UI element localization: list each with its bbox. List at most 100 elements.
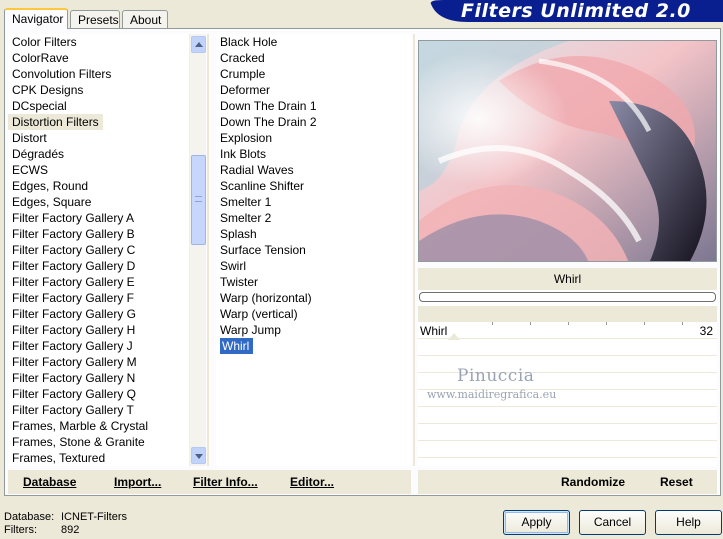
category-list[interactable]: Color Filters ColorRave Convolution Filter… xyxy=(8,34,206,466)
right-link-bar: Randomize Reset xyxy=(418,470,717,494)
filter-item[interactable]: Whirl xyxy=(220,338,254,354)
list-row: Twister xyxy=(216,274,396,290)
divider xyxy=(207,34,209,466)
category-item[interactable]: DCspecial xyxy=(8,98,188,114)
help-button[interactable]: Help xyxy=(655,510,722,535)
category-item[interactable]: Filter Factory Gallery A xyxy=(8,210,188,226)
category-item[interactable]: Filter Factory Gallery Q xyxy=(8,386,188,402)
left-link-bar: Database Import... Filter Info... Editor… xyxy=(8,470,411,494)
category-item[interactable]: Filter Factory Gallery H xyxy=(8,322,188,338)
filter-item[interactable]: Cracked xyxy=(216,50,396,66)
list-row: Dégradés xyxy=(8,146,188,162)
list-row: ECWS xyxy=(8,162,188,178)
filter-item[interactable]: Radial Waves xyxy=(216,162,396,178)
cancel-button[interactable]: Cancel xyxy=(579,510,646,535)
category-item[interactable]: Edges, Round xyxy=(8,178,188,194)
list-row: Distortion Filters xyxy=(8,114,188,130)
filter-item[interactable]: Smelter 2 xyxy=(216,210,396,226)
category-item[interactable]: Filter Factory Gallery J xyxy=(8,338,188,354)
reset-button[interactable]: Reset xyxy=(660,475,693,489)
filter-item[interactable]: Surface Tension xyxy=(216,242,396,258)
filter-item[interactable]: Explosion xyxy=(216,130,396,146)
category-item[interactable]: Filter Factory Gallery T xyxy=(8,402,188,418)
category-scrollbar[interactable] xyxy=(189,34,206,466)
filters-status-value: 892 xyxy=(61,524,80,536)
filter-item[interactable]: Swirl xyxy=(216,258,396,274)
category-item[interactable]: Filter Factory Gallery C xyxy=(8,242,188,258)
tab-presets[interactable]: Presets xyxy=(70,10,120,28)
database-status-value: ICNET-Filters xyxy=(61,511,127,523)
category-item[interactable]: Filter Factory Gallery D xyxy=(8,258,188,274)
category-item[interactable]: Filter Factory Gallery M xyxy=(8,354,188,370)
list-row: DCspecial xyxy=(8,98,188,114)
list-row: Warp (horizontal) xyxy=(216,290,396,306)
chevron-down-icon xyxy=(195,454,203,459)
list-row: Filter Factory Gallery B xyxy=(8,226,188,242)
whirl-slider[interactable]: Whirl 32 xyxy=(418,322,717,340)
filter-item[interactable]: Warp (vertical) xyxy=(216,306,396,322)
slider-thumb[interactable] xyxy=(448,333,460,340)
filter-info-link[interactable]: Filter Info... xyxy=(193,475,258,489)
category-item[interactable]: Frames, Textured xyxy=(8,450,188,466)
category-item[interactable]: Frames, Stone & Granite xyxy=(8,434,188,450)
slider-label: Whirl xyxy=(420,324,448,338)
category-item[interactable]: Color Filters xyxy=(8,34,188,50)
progress-bar xyxy=(419,292,716,302)
list-row: Filter Factory Gallery F xyxy=(8,290,188,306)
category-item[interactable]: Filter Factory Gallery G xyxy=(8,306,188,322)
scroll-up-button[interactable] xyxy=(191,36,206,53)
filter-list[interactable]: Black Hole Cracked Crumple Deformer Down The… xyxy=(216,34,412,466)
randomize-button[interactable]: Randomize xyxy=(561,475,625,489)
category-item[interactable]: Convolution Filters xyxy=(8,66,188,82)
list-row: Whirl xyxy=(216,338,396,354)
filter-item[interactable]: Splash xyxy=(216,226,396,242)
empty-param-row xyxy=(418,425,717,441)
scroll-down-button[interactable] xyxy=(191,447,206,464)
editor-link[interactable]: Editor... xyxy=(290,475,334,489)
category-item[interactable]: CPK Designs xyxy=(8,82,188,98)
filter-item[interactable]: Black Hole xyxy=(216,34,396,50)
category-item[interactable]: ECWS xyxy=(8,162,188,178)
database-link[interactable]: Database xyxy=(23,475,76,489)
category-item[interactable]: Edges, Square xyxy=(8,194,188,210)
import-link[interactable]: Import... xyxy=(114,475,161,489)
slider-tick xyxy=(682,322,683,325)
category-item[interactable]: Filter Factory Gallery E xyxy=(8,274,188,290)
filter-item[interactable]: Smelter 1 xyxy=(216,194,396,210)
category-item[interactable]: Filter Factory Gallery B xyxy=(8,226,188,242)
category-item[interactable]: Distortion Filters xyxy=(8,114,103,130)
slider-tick xyxy=(530,322,531,325)
filter-item[interactable]: Warp (horizontal) xyxy=(216,290,396,306)
preview-image[interactable] xyxy=(418,40,717,262)
category-item[interactable]: ColorRave xyxy=(8,50,188,66)
list-row: Swirl xyxy=(216,258,396,274)
list-row: Filter Factory Gallery Q xyxy=(8,386,188,402)
filter-item[interactable]: Warp Jump xyxy=(216,322,396,338)
list-row: Convolution Filters xyxy=(8,66,188,82)
category-item[interactable]: Frames, Marble & Crystal xyxy=(8,418,188,434)
chevron-up-icon xyxy=(195,42,203,47)
list-row: Frames, Textured xyxy=(8,450,188,466)
tab-navigator[interactable]: Navigator xyxy=(4,8,68,29)
category-item[interactable]: Distort xyxy=(8,130,188,146)
filter-item[interactable]: Down The Drain 1 xyxy=(216,98,396,114)
filter-item[interactable]: Twister xyxy=(216,274,396,290)
list-row: CPK Designs xyxy=(8,82,188,98)
list-row: Explosion xyxy=(216,130,396,146)
filter-item[interactable]: Deformer xyxy=(216,82,396,98)
category-item[interactable]: Dégradés xyxy=(8,146,188,162)
filter-item[interactable]: Down The Drain 2 xyxy=(216,114,396,130)
tab-about[interactable]: About xyxy=(122,10,168,28)
list-row: Ink Blots xyxy=(216,146,396,162)
filter-item[interactable]: Crumple xyxy=(216,66,396,82)
scroll-thumb[interactable] xyxy=(191,155,206,245)
category-item[interactable]: Filter Factory Gallery F xyxy=(8,290,188,306)
apply-button[interactable]: Apply xyxy=(503,510,570,535)
list-row: Warp (vertical) xyxy=(216,306,396,322)
filter-item[interactable]: Ink Blots xyxy=(216,146,396,162)
list-row: Smelter 1 xyxy=(216,194,396,210)
slider-tick xyxy=(568,322,569,325)
category-item[interactable]: Filter Factory Gallery N xyxy=(8,370,188,386)
filter-name: Whirl xyxy=(418,268,717,290)
filter-item[interactable]: Scanline Shifter xyxy=(216,178,396,194)
